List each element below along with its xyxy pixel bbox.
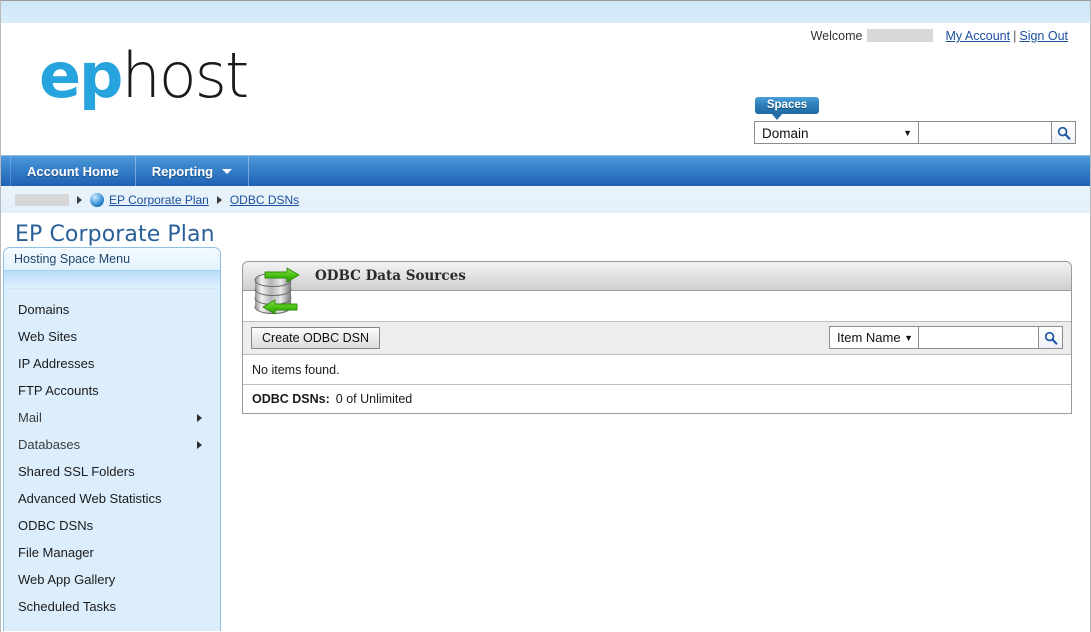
panel-footer: ODBC DSNs: 0 of Unlimited: [243, 385, 1071, 413]
sidebar-item-label: Shared SSL Folders: [18, 464, 135, 479]
sidebar-item-ip-addresses[interactable]: IP Addresses: [4, 350, 220, 377]
sidebar-item-web-sites[interactable]: Web Sites: [4, 323, 220, 350]
nav-item-reporting[interactable]: Reporting: [136, 156, 250, 186]
quota-label: ODBC DSNs:: [252, 392, 330, 406]
site-header: ephost Welcome My Account | Sign Out Spaces…: [1, 1, 1090, 155]
quota-value: 0 of Unlimited: [335, 392, 413, 406]
application-page: ephost Welcome My Account | Sign Out Spaces…: [0, 0, 1091, 632]
sidebar-item-label: ODBC DSNs: [18, 518, 94, 533]
chevron-down-icon: [222, 168, 233, 174]
header-search-button[interactable]: [1052, 121, 1076, 144]
breadcrumb-item-plan[interactable]: EP Corporate Plan: [109, 193, 209, 207]
sidebar-item-databases[interactable]: Databases: [4, 431, 220, 458]
sidebar-item-file-manager[interactable]: File Manager: [4, 539, 220, 566]
nav-item-account-home[interactable]: Account Home: [10, 156, 136, 186]
hosting-space-menu: Hosting Space Menu Domains Web Sites IP …: [3, 247, 221, 631]
sidebar-item-web-app-gallery[interactable]: Web App Gallery: [4, 566, 220, 593]
breadcrumb-separator-icon: [77, 195, 82, 204]
sidebar-item-label: Web App Gallery: [18, 572, 116, 587]
panel-title: ODBC Data Sources: [315, 268, 466, 284]
sidebar-item-label: Databases: [18, 437, 81, 452]
sign-out-link[interactable]: Sign Out: [1019, 29, 1068, 43]
database-sync-icon: [254, 267, 300, 315]
search-icon: [1044, 331, 1057, 345]
panel-toolbar: Create ODBC DSN Item Name ▼: [243, 322, 1071, 355]
panel-search-scope-value: Item Name: [837, 330, 901, 345]
account-bar: Welcome My Account | Sign Out: [811, 29, 1068, 43]
sidebar-item-list: Domains Web Sites IP Addresses FTP Accou…: [4, 289, 220, 620]
link-separator: |: [1013, 29, 1017, 43]
sidebar-item-odbc-dsns[interactable]: ODBC DSNs: [4, 512, 220, 539]
header-search-bar: Domain ▼: [754, 121, 1076, 144]
logo-suffix: host: [121, 39, 249, 112]
nav-item-label: Reporting: [151, 163, 214, 179]
search-icon: [1057, 126, 1070, 140]
chevron-down-icon: ▼: [903, 128, 912, 138]
header-search-input[interactable]: [919, 121, 1052, 144]
sidebar-item-label: Scheduled Tasks: [18, 599, 117, 614]
panel-search-bar: Item Name ▼: [829, 326, 1063, 349]
sidebar-item-mail[interactable]: Mail: [4, 404, 220, 431]
breadcrumb-separator-icon: [216, 195, 222, 204]
spaces-tab-label: Spaces: [766, 99, 808, 111]
empty-state-message: No items found.: [243, 355, 1071, 385]
sidebar-selected-highlight: [4, 271, 220, 289]
sidebar-item-scheduled-tasks[interactable]: Scheduled Tasks: [4, 593, 220, 620]
breadcrumb: EP Corporate Plan ODBC DSNs: [1, 186, 1090, 213]
panel-icon-row: [243, 291, 1071, 322]
odbc-data-sources-panel: ODBC Data Sources Create ODBC DSN Item N…: [242, 261, 1072, 414]
sidebar-item-label: Web Sites: [18, 329, 78, 344]
sidebar-item-label: IP Addresses: [18, 356, 95, 371]
page-title: EP Corporate Plan: [15, 222, 215, 247]
globe-icon: [90, 192, 104, 207]
spaces-tab[interactable]: Spaces: [755, 97, 819, 120]
my-account-link[interactable]: My Account: [945, 29, 1010, 43]
spaces-tab-pointer: [771, 113, 783, 120]
sidebar-item-advanced-web-statistics[interactable]: Advanced Web Statistics: [4, 485, 220, 512]
create-odbc-dsn-button[interactable]: Create ODBC DSN: [251, 327, 380, 349]
site-logo[interactable]: ephost: [39, 45, 249, 107]
content-area: Hosting Space Menu Domains Web Sites IP …: [1, 247, 1090, 631]
breadcrumb-item-odbc-dsns[interactable]: ODBC DSNs: [230, 193, 299, 207]
panel-header: ODBC Data Sources: [243, 262, 1071, 291]
chevron-right-icon: [197, 413, 202, 422]
logo-prefix: ep: [39, 39, 123, 112]
sidebar-item-label: Domains: [18, 302, 70, 317]
main-navigation: Account Home Reporting: [1, 155, 1090, 186]
panel-search-scope-select[interactable]: Item Name ▼: [829, 326, 919, 349]
sidebar-item-label: FTP Accounts: [18, 383, 99, 398]
sidebar-item-shared-ssl-folders[interactable]: Shared SSL Folders: [4, 458, 220, 485]
sidebar-item-label: File Manager: [18, 545, 94, 560]
nav-item-label: Account Home: [27, 163, 119, 179]
header-search-scope-select[interactable]: Domain ▼: [754, 121, 919, 144]
sidebar-title: Hosting Space Menu: [4, 248, 220, 271]
panel-search-button[interactable]: [1039, 326, 1063, 349]
chevron-right-icon: [197, 440, 202, 449]
sidebar-item-label: Mail: [18, 410, 42, 425]
panel-search-input[interactable]: [919, 326, 1039, 349]
chevron-down-icon: ▼: [904, 332, 913, 343]
sidebar-item-domains[interactable]: Domains: [4, 296, 220, 323]
sidebar-item-ftp-accounts[interactable]: FTP Accounts: [4, 377, 220, 404]
sidebar-item-label: Advanced Web Statistics: [18, 491, 162, 506]
header-search-scope-value: Domain: [762, 125, 809, 141]
welcome-label: Welcome: [810, 29, 863, 43]
username-redacted: [867, 29, 934, 42]
breadcrumb-item-redacted[interactable]: [15, 193, 69, 206]
